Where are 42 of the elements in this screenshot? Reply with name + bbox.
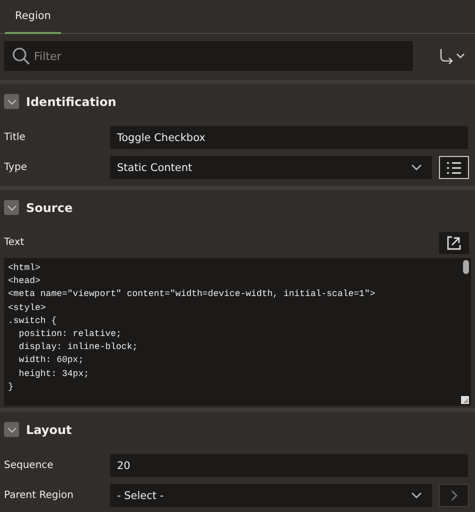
collapse-toggle[interactable]: [4, 94, 19, 109]
field-label: Parent Region: [4, 490, 74, 501]
scrollbar-thumb[interactable]: [463, 260, 469, 274]
code-line: <head>: [8, 275, 40, 288]
field-label: Type: [4, 162, 28, 173]
list-icon: [446, 160, 462, 174]
code-line: .switch {: [8, 314, 57, 328]
section-title: Layout: [26, 422, 72, 436]
filter-field[interactable]: Filter: [4, 41, 413, 71]
select-field[interactable]: - Select -: [110, 484, 432, 507]
tab[interactable]: Region: [5, 0, 61, 34]
chevron-down-icon: [411, 164, 422, 171]
field-label: Sequence: [4, 460, 54, 471]
collapse-toggle[interactable]: [4, 422, 19, 437]
code-editor[interactable]: <html> <head> <meta name="viewport" content="width=device-width, initial-scale=1"> <style> .switch { position: relative; display: inline-block; width: 60px; height: 34px; }: [4, 258, 471, 406]
select-field[interactable]: Static Content: [110, 156, 432, 179]
code-line: }: [8, 380, 14, 394]
collapse-toggle[interactable]: [4, 200, 19, 215]
go-to-menu-icon[interactable]: [439, 48, 465, 64]
code-line: width: 60px;: [18, 354, 84, 368]
field-label: Text: [4, 237, 26, 248]
list-button[interactable]: [439, 156, 469, 179]
text-field[interactable]: Toggle Checkbox: [110, 126, 468, 149]
code-line: display: inline-block;: [18, 341, 138, 354]
section-title: Identification: [26, 94, 116, 108]
resize-grip-icon[interactable]: [461, 396, 469, 404]
code-line: height: 34px;: [18, 368, 90, 380]
code-line: <html>: [8, 262, 40, 275]
code-line: <style>: [8, 302, 46, 315]
code-line: position: relative;: [18, 328, 122, 341]
search-icon: [12, 47, 30, 65]
chevron-icon: [6, 204, 16, 210]
chevron-icon: [6, 98, 16, 104]
chevron-down-icon: [411, 492, 422, 499]
expand-editor-button[interactable]: [439, 232, 469, 254]
expand-icon: [447, 236, 461, 250]
field-label: Title: [4, 132, 26, 143]
section-title: Source: [26, 200, 73, 214]
chevron-icon: [6, 426, 16, 432]
chevron-right-icon: [450, 490, 458, 501]
text-field[interactable]: 20: [110, 454, 468, 477]
code-line: <meta name="viewport" content="width=device-width, initial-scale=1">: [8, 288, 376, 302]
